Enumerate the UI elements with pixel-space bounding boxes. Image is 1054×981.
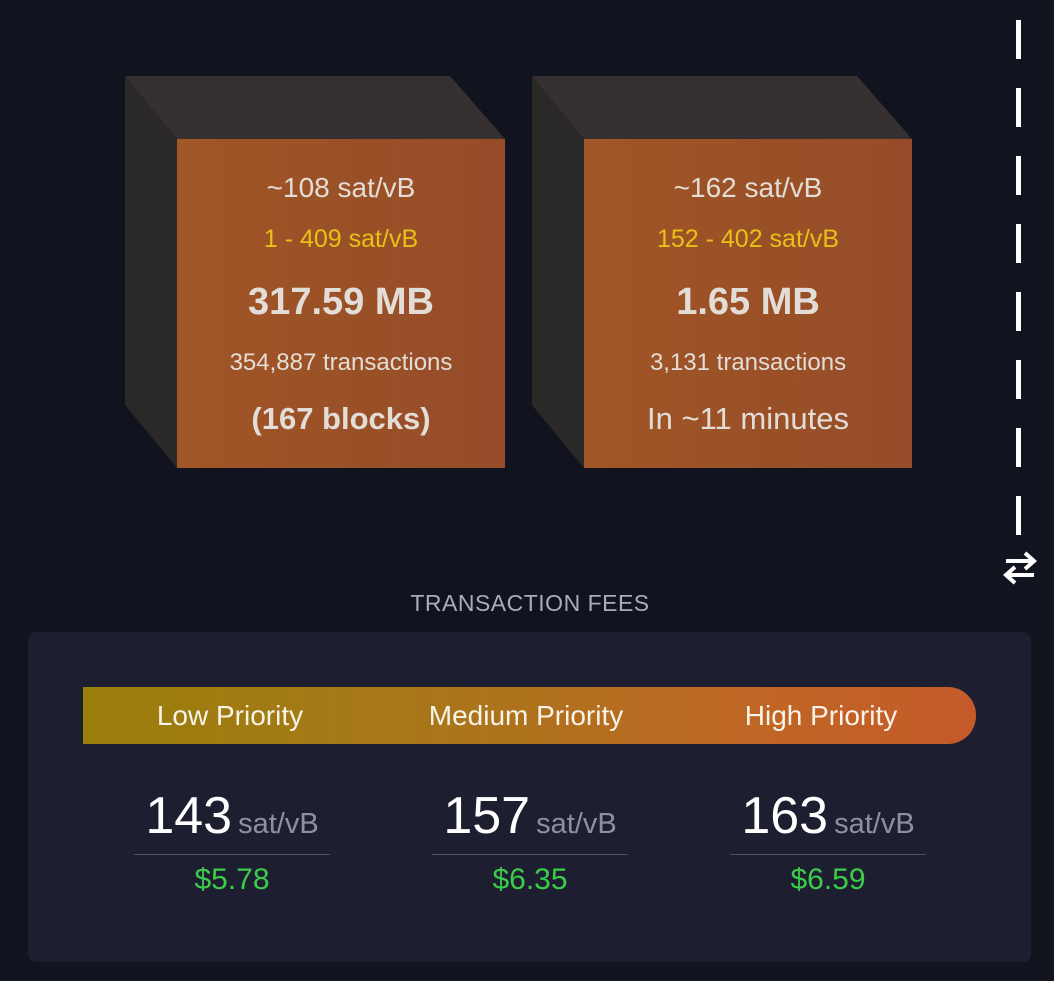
block-median-fee: ~162 sat/vB (673, 172, 823, 203)
mempool-block-1[interactable]: ~162 sat/vB 152 - 402 sat/vB 1.65 MB 3,1… (532, 76, 912, 468)
fee-rate: 157 sat/vB (432, 784, 628, 855)
block-median-fee: ~108 sat/vB (266, 172, 416, 203)
mempool-divider (1016, 20, 1021, 535)
swap-arrows-icon[interactable] (1000, 548, 1040, 586)
fee-rate-value: 163 (741, 787, 829, 845)
priority-label-low: Low Priority (156, 700, 304, 731)
block-fee-range: 1 - 409 sat/vB (263, 225, 419, 253)
priority-bar: Low Priority Medium Priority High Priori… (83, 687, 976, 744)
block-size: 317.59 MB (248, 281, 434, 323)
block-count: (167 blocks) (251, 401, 431, 436)
fee-estimate-medium: 157 sat/vB $6.35 (432, 784, 628, 897)
block-side-face (532, 76, 584, 468)
block-top-face (125, 76, 505, 139)
block-fee-range: 152 - 402 sat/vB (656, 225, 840, 253)
fee-usd-value: $6.35 (492, 863, 568, 896)
block-transaction-count: 3,131 transactions (649, 349, 847, 376)
block-side-face (125, 76, 177, 468)
fee-usd-value: $6.59 (790, 863, 866, 896)
block-top-face (532, 76, 912, 139)
fee-rate-unit: sat/vB (834, 808, 915, 840)
fee-usd-value: $5.78 (194, 863, 270, 896)
fee-rate: 163 sat/vB (730, 784, 926, 855)
fee-rate: 143 sat/vB (134, 784, 330, 855)
block-front-face: ~108 sat/vB 1 - 409 sat/vB 317.59 MB 354… (177, 139, 505, 468)
fee-estimate-high: 163 sat/vB $6.59 (730, 784, 926, 897)
block-eta: In ~11 minutes (647, 401, 849, 436)
fee-rate-unit: sat/vB (238, 808, 319, 840)
transaction-fees-card: Low Priority Medium Priority High Priori… (28, 632, 1031, 962)
priority-label-high: High Priority (744, 700, 898, 731)
fee-estimate-low: 143 sat/vB $5.78 (134, 784, 330, 897)
fee-rate-value: 143 (145, 787, 233, 845)
block-front-face: ~162 sat/vB 152 - 402 sat/vB 1.65 MB 3,1… (584, 139, 912, 468)
fee-rate-value: 157 (443, 787, 531, 845)
transaction-fees-title: TRANSACTION FEES (410, 590, 650, 616)
mempool-block-0[interactable]: ~108 sat/vB 1 - 409 sat/vB 317.59 MB 354… (125, 76, 505, 468)
fee-rate-unit: sat/vB (536, 808, 617, 840)
block-transaction-count: 354,887 transactions (229, 349, 453, 376)
block-size: 1.65 MB (676, 281, 820, 323)
priority-label-medium: Medium Priority (428, 700, 624, 731)
